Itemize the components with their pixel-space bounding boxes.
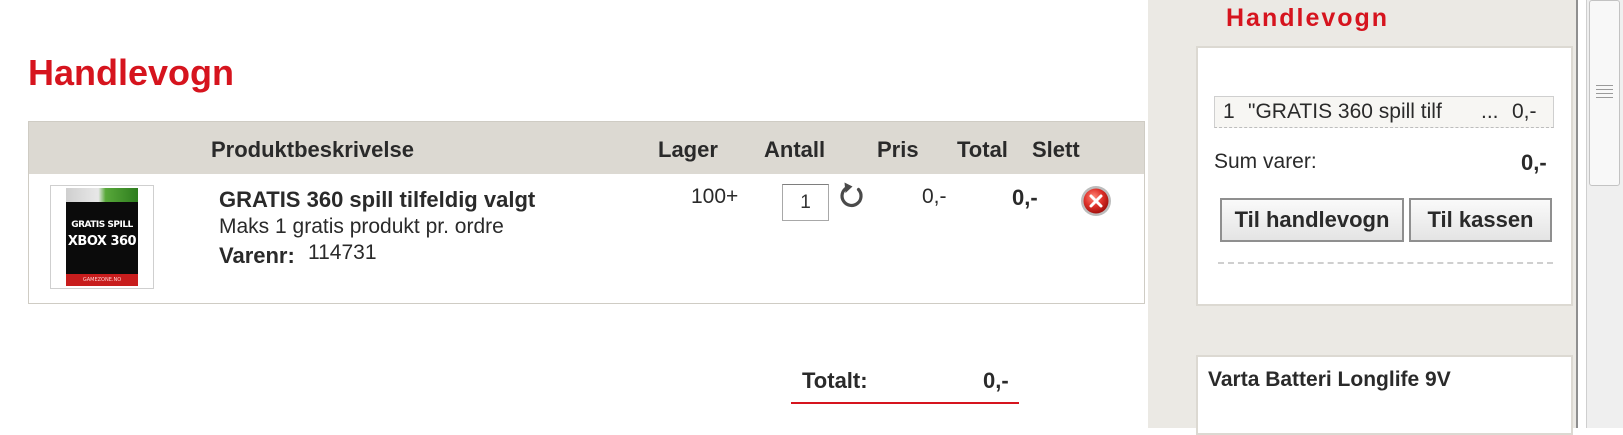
quantity-input[interactable] (782, 184, 829, 221)
product-image-text: GRATIS SPILL (71, 220, 133, 230)
mini-cart-name: "GRATIS 360 spill tilf (1248, 100, 1442, 123)
cart-table-header: Produktbeskrivelse Lager Antall Pris Tot… (29, 122, 1144, 174)
sum-value: 0,- (1521, 150, 1547, 175)
product-image-platform: XBOX 360 (67, 234, 137, 249)
header-price: Pris (877, 137, 919, 162)
line-total: 0,- (1012, 185, 1038, 210)
refresh-icon[interactable] (837, 181, 867, 211)
header-delete: Slett (1032, 137, 1080, 162)
cart-table: Produktbeskrivelse Lager Antall Pris Tot… (28, 121, 1145, 304)
to-checkout-button[interactable]: Til kassen (1409, 198, 1552, 242)
mini-cart-item[interactable]: 1 "GRATIS 360 spill tilf ... 0,- (1214, 96, 1554, 128)
mini-cart-box (1196, 46, 1573, 306)
mini-cart-price: 0,- (1512, 100, 1537, 123)
product-description: Maks 1 gratis produkt pr. ordre (219, 215, 504, 238)
header-stock: Lager (658, 137, 718, 162)
grand-total-value: 0,- (983, 368, 1009, 393)
page-title: Handlevogn (28, 52, 235, 93)
sum-label: Sum varer: (1214, 150, 1317, 173)
product-number-label: Varenr: (219, 243, 295, 268)
sidebar-title: Handlevogn (1226, 4, 1390, 32)
scroll-grip-line (1596, 97, 1613, 98)
mini-cart-qty: 1 (1223, 100, 1235, 123)
product-image[interactable]: GRATIS SPILL XBOX 360 GAMEZONE.NO (50, 185, 154, 289)
unit-price: 0,- (922, 185, 947, 208)
total-underline (791, 402, 1019, 404)
promo-title[interactable]: Varta Batteri Longlife 9V (1208, 368, 1451, 392)
scroll-grip-line (1596, 85, 1613, 86)
sidebar-border (1576, 0, 1578, 428)
xbox-banner (66, 188, 138, 202)
promo-box (1196, 355, 1573, 435)
product-name[interactable]: GRATIS 360 spill tilfeldig valgt (219, 187, 535, 213)
header-quantity: Antall (764, 137, 826, 162)
grand-total-label: Totalt: (802, 368, 868, 393)
to-cart-button[interactable]: Til handlevogn (1220, 198, 1404, 242)
scroll-grip-line (1596, 89, 1613, 90)
product-number: 114731 (308, 241, 377, 264)
dashed-divider (1218, 262, 1553, 264)
mini-cart-ellipsis: ... (1481, 100, 1499, 123)
header-total: Total (957, 137, 1008, 162)
delete-icon[interactable] (1079, 184, 1113, 218)
scroll-grip-line (1596, 93, 1613, 94)
header-description: Produktbeskrivelse (211, 137, 414, 162)
product-image-footer: GAMEZONE.NO (66, 274, 138, 286)
stock-value: 100+ (691, 185, 739, 208)
product-image-cover: GRATIS SPILL XBOX 360 GAMEZONE.NO (66, 188, 138, 286)
